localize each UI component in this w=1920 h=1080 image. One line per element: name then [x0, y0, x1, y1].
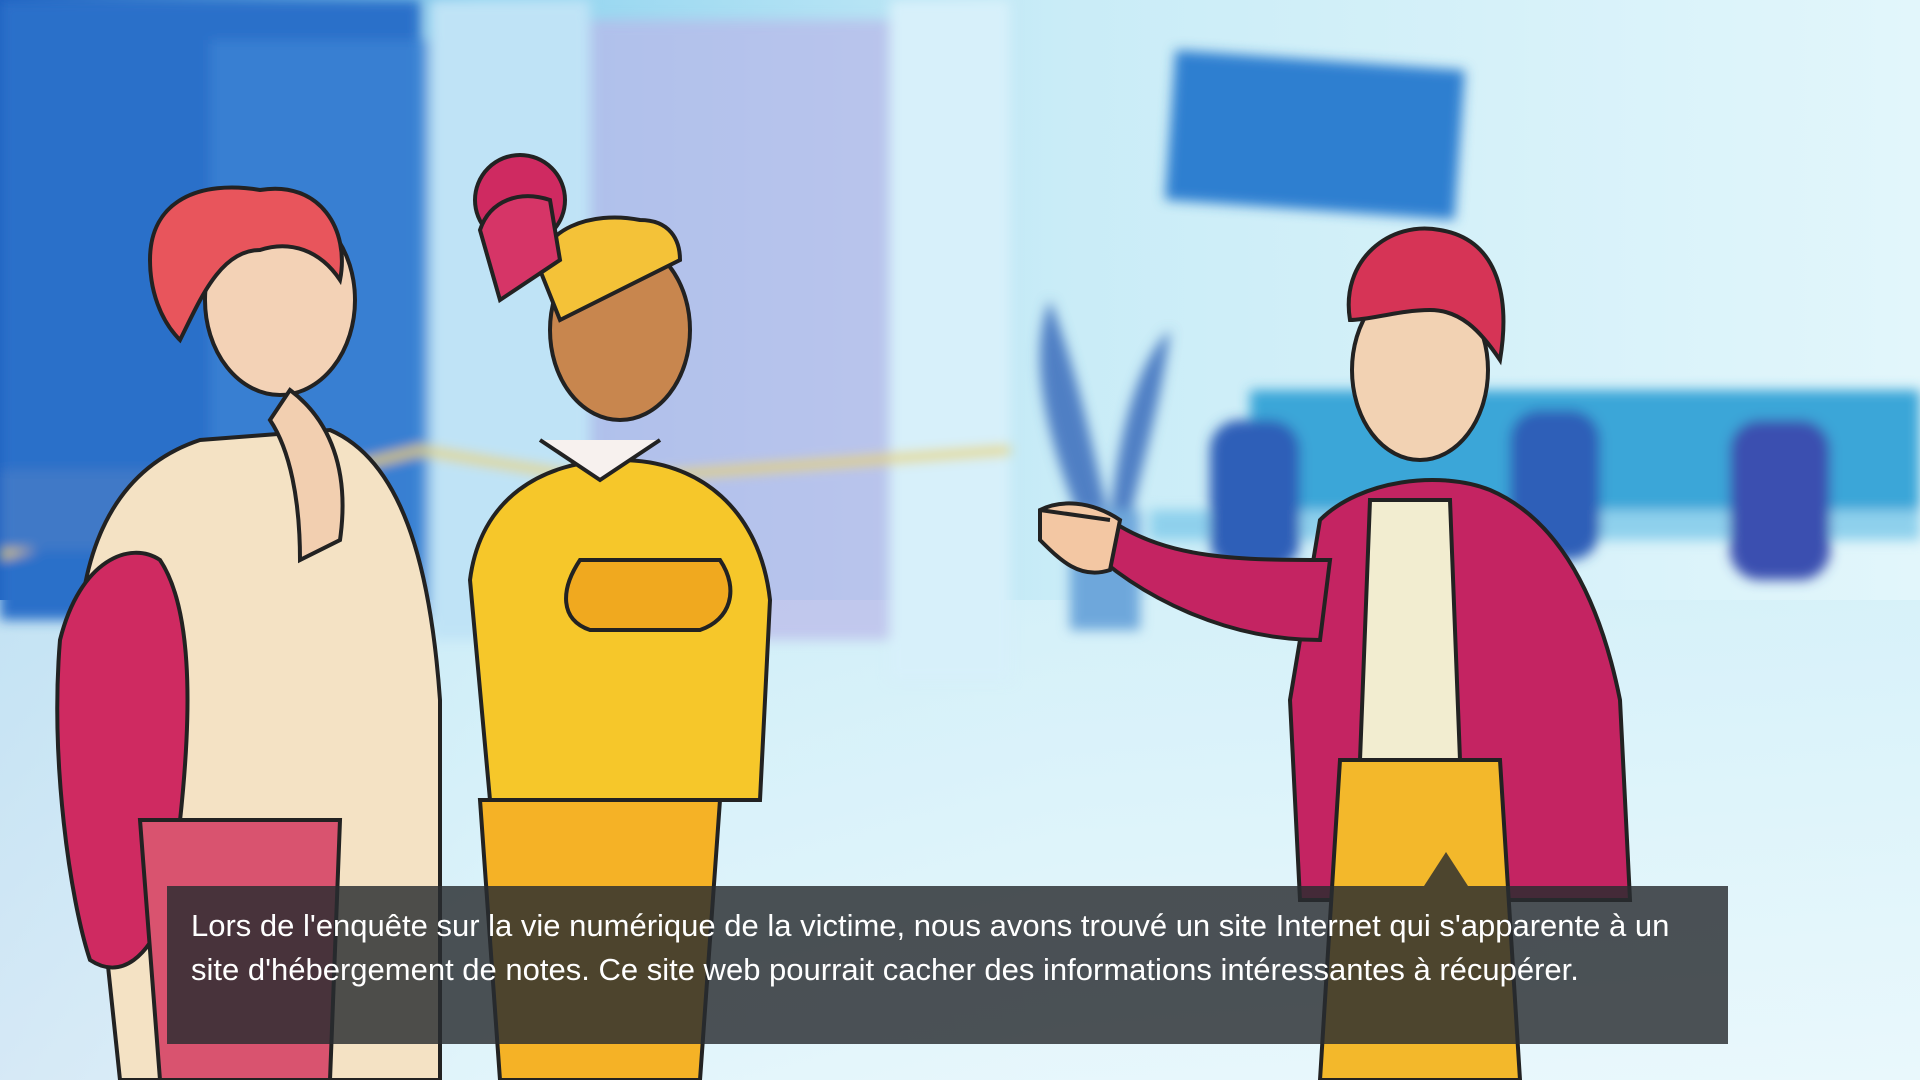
dialogue-text: Lors de l'enquête sur la vie numérique d…	[191, 908, 1670, 987]
wall-screen	[1165, 50, 1465, 220]
chair-1	[1210, 420, 1300, 570]
pillar-right	[890, 0, 1010, 680]
chair-3	[1730, 420, 1830, 580]
dialogue-box[interactable]: Lors de l'enquête sur la vie numérique d…	[167, 886, 1728, 1044]
triangle-up-icon	[1424, 852, 1468, 886]
game-scene[interactable]: Lors de l'enquête sur la vie numérique d…	[0, 0, 1920, 1080]
